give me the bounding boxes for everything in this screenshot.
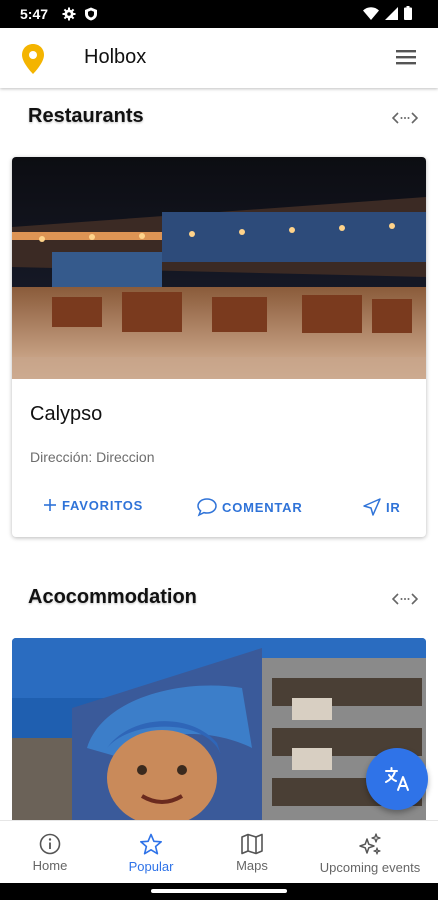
- nav-item-maps[interactable]: Maps: [214, 821, 290, 883]
- status-bar: 5:47: [0, 0, 438, 28]
- gesture-bar: [0, 882, 438, 900]
- go-label: IR: [386, 499, 401, 515]
- place-photo: [12, 157, 426, 379]
- nav-item-upcoming-events[interactable]: Upcoming events: [310, 821, 430, 883]
- app-title: Holbox: [84, 46, 147, 68]
- nav-label: Popular: [128, 859, 174, 874]
- nav-label: Maps: [236, 858, 268, 873]
- location-pin-icon[interactable]: [20, 43, 46, 75]
- plus-icon: [44, 499, 56, 511]
- info-icon: [39, 833, 61, 855]
- comment-label: COMENTAR: [222, 499, 303, 515]
- menu-icon[interactable]: [396, 48, 418, 66]
- place-card[interactable]: [12, 638, 426, 820]
- wifi-icon: [363, 6, 379, 20]
- app-bar: Holbox: [0, 28, 438, 88]
- comment-button[interactable]: COMENTAR: [196, 497, 303, 517]
- place-card[interactable]: Calypso Dirección: Direccion FAVORITOS C…: [12, 157, 426, 537]
- translate-button[interactable]: [366, 748, 428, 810]
- comment-icon: [197, 498, 217, 517]
- battery-icon: [404, 6, 412, 20]
- signal-icon: [385, 6, 398, 20]
- sparkles-icon: [359, 833, 381, 855]
- place-address: Dirección: Direccion: [30, 449, 155, 465]
- home-gesture-handle[interactable]: [151, 889, 287, 893]
- go-button[interactable]: IR: [362, 497, 401, 517]
- favorite-button[interactable]: FAVORITOS: [42, 497, 143, 513]
- nav-item-home[interactable]: Home: [12, 821, 88, 883]
- nav-item-popular[interactable]: Popular: [113, 821, 189, 883]
- status-time: 5:47: [20, 6, 49, 22]
- nav-label: Upcoming events: [319, 860, 421, 875]
- favorite-label: FAVORITOS: [62, 497, 144, 513]
- map-icon: [241, 833, 263, 855]
- navigation-arrow-icon: [363, 498, 381, 516]
- expand-horizontal-icon[interactable]: [392, 111, 418, 125]
- place-photo: [12, 638, 426, 820]
- section-title-accommodation: Acocommodation: [28, 586, 197, 608]
- shield-icon: [85, 7, 97, 21]
- star-icon: [140, 833, 162, 855]
- place-name: Calypso: [30, 403, 103, 425]
- nav-label: Home: [32, 858, 68, 873]
- bottom-navigation: Home Popular Maps Upcoming events: [0, 820, 438, 883]
- translate-icon: [385, 767, 409, 791]
- gear-icon: [62, 7, 76, 21]
- section-title-restaurants: Restaurants: [28, 105, 144, 127]
- expand-horizontal-icon[interactable]: [392, 592, 418, 606]
